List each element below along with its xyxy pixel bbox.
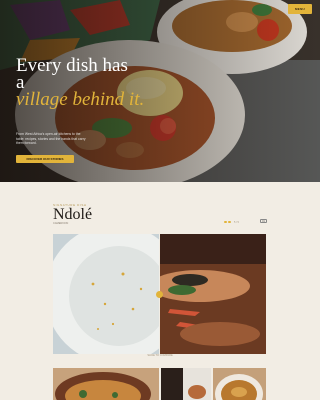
hero-title-accent: village behind it.	[16, 89, 145, 110]
thumbnail-image	[161, 368, 211, 400]
rating: 5 / 5	[224, 220, 256, 224]
rating-dot	[224, 221, 227, 223]
slide-number-badge: 01	[260, 219, 267, 223]
discover-stories-button[interactable]: DISCOVER OUR STORIES	[16, 155, 74, 163]
closeup-image	[160, 234, 266, 354]
compare-slider-handle[interactable]	[156, 291, 163, 298]
gallery-thumbnail[interactable]	[213, 368, 266, 400]
compare-caption: SLIDE TO COMPARE	[147, 354, 173, 357]
hero-title-line1: Every dish has	[16, 55, 128, 76]
dish-origin: CAMEROON	[53, 222, 69, 225]
hero-title: Every dish has a village behind it.	[16, 55, 166, 110]
thumbnail-image	[53, 368, 159, 400]
signature-dish-section: SIGNATURE DISH Ndolé CAMEROON 5 / 5 01 S…	[0, 182, 320, 400]
dish-photo-before	[53, 234, 159, 354]
menu-button[interactable]: MENU	[288, 4, 312, 14]
gallery-thumbnail[interactable]	[161, 368, 211, 400]
thumbnail-image	[213, 368, 266, 400]
rating-dot	[228, 221, 231, 223]
rating-text: 5 / 5	[234, 220, 239, 224]
hero-banner: MENU Every dish has a village behind it.…	[0, 0, 320, 182]
dish-photo-after	[160, 234, 266, 354]
plate-image	[53, 234, 159, 354]
hero-subtitle: From West Africa's open-air kitchens to …	[16, 132, 86, 146]
gallery-thumbnail[interactable]	[53, 368, 159, 400]
